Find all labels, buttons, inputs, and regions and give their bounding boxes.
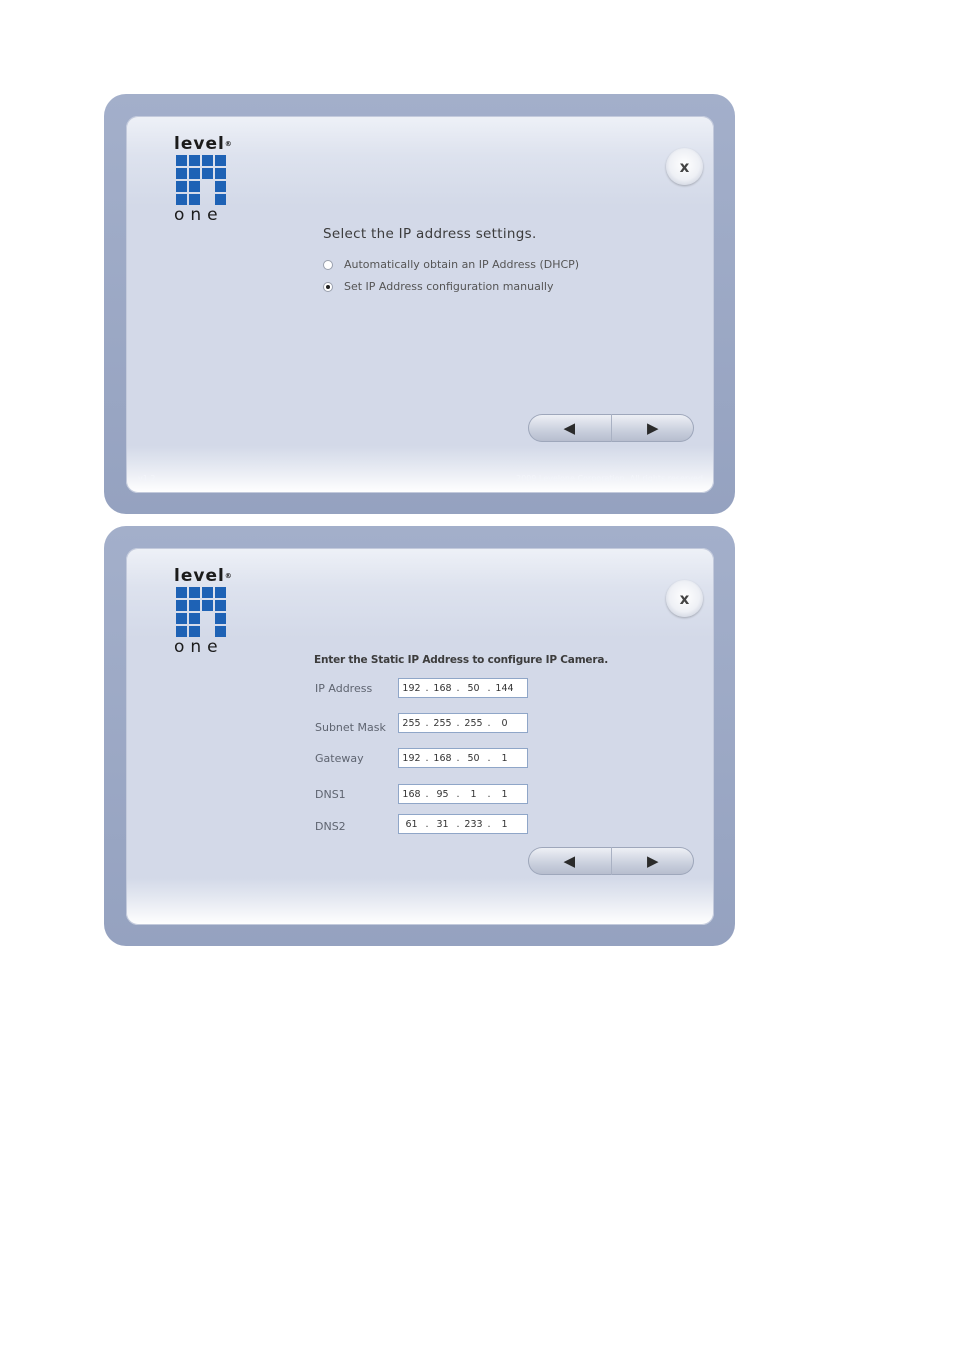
version-label: v1.2 [138, 474, 156, 483]
octet-field[interactable]: 31 [430, 819, 455, 830]
logo-registered-mark: ® [224, 140, 233, 148]
octet-field[interactable]: 50 [461, 683, 486, 694]
radio-button-manual[interactable] [323, 281, 333, 292]
dns1-input[interactable]: 168. 95. 1. 1 [398, 784, 528, 804]
gateway-input[interactable]: 192. 168. 50. 1 [398, 748, 528, 768]
octet-field[interactable]: 1 [461, 789, 486, 800]
radio-label-dhcp: Automatically obtain an IP Address (DHCP… [344, 258, 580, 271]
octet-field[interactable]: 233 [461, 819, 486, 830]
back-button[interactable]: ◀ [528, 414, 612, 442]
ip-address-input[interactable]: 192. 168. 50. 144 [398, 678, 528, 698]
logo-grid-mark [176, 155, 234, 205]
close-icon: x [679, 589, 690, 608]
logo-text-bottom: one [174, 637, 224, 657]
radio-label-manual: Set IP Address configuration manually [344, 280, 554, 293]
logo-text-top: level [174, 134, 225, 154]
octet-field[interactable]: 61 [399, 819, 424, 830]
close-icon: x [679, 157, 690, 176]
dialog-panel: level® one x Enter the Static IP Address… [126, 548, 714, 925]
logo-registered-mark: ® [224, 572, 233, 580]
logo-text-top: level [174, 566, 225, 586]
octet-field[interactable]: 144 [492, 683, 517, 694]
levelone-logo: level® one [174, 136, 234, 225]
logo-text-bottom: one [174, 205, 224, 225]
logo-grid-mark [176, 587, 234, 637]
arrow-right-icon: ▶ [646, 419, 659, 437]
subnet-mask-input[interactable]: 255. 255. 255. 0 [398, 713, 528, 733]
levelone-logo: level® one [174, 568, 234, 657]
ip-address-label: IP Address [315, 682, 373, 695]
arrow-right-icon: ▶ [646, 852, 659, 870]
octet-field[interactable]: 168 [399, 789, 424, 800]
octet-field[interactable]: 192 [399, 683, 424, 694]
dialog-frame-ip-settings: level® one x Select the IP address setti… [104, 94, 735, 514]
octet-field[interactable]: 255 [461, 718, 486, 729]
octet-field[interactable]: 168 [430, 683, 455, 694]
dialog-title: Select the IP address settings. [323, 226, 537, 242]
dns2-label: DNS2 [315, 820, 346, 833]
octet-field[interactable]: 192 [399, 753, 424, 764]
octet-field[interactable]: 255 [399, 718, 424, 729]
octet-field[interactable]: 1 [492, 819, 517, 830]
dialog-panel: level® one x Select the IP address setti… [126, 116, 714, 493]
octet-field[interactable]: 1 [492, 789, 517, 800]
copyright-label: 2009 Levelone Corporation. All rights re… [516, 474, 706, 483]
octet-field[interactable]: 0 [492, 718, 517, 729]
radio-option-manual[interactable]: Set IP Address configuration manually [323, 280, 553, 293]
radio-button-dhcp[interactable] [323, 259, 333, 270]
dialog-frame-static-ip: level® one x Enter the Static IP Address… [104, 526, 735, 946]
next-button[interactable]: ▶ [612, 414, 695, 442]
navigation-button-group: ◀ ▶ [528, 414, 694, 442]
gateway-label: Gateway [315, 752, 364, 765]
dns2-input[interactable]: 61. 31. 233. 1 [398, 814, 528, 834]
close-button[interactable]: x [666, 148, 703, 185]
arrow-left-icon: ◀ [563, 419, 576, 437]
octet-field[interactable]: 95 [430, 789, 455, 800]
subnet-mask-label: Subnet Mask [315, 721, 386, 734]
navigation-button-group: ◀ ▶ [528, 847, 694, 875]
octet-field[interactable]: 50 [461, 753, 486, 764]
octet-field[interactable]: 255 [430, 718, 455, 729]
dialog-title: Enter the Static IP Address to configure… [314, 654, 609, 666]
next-button[interactable]: ▶ [612, 847, 695, 875]
arrow-left-icon: ◀ [563, 852, 576, 870]
dns1-label: DNS1 [315, 788, 346, 801]
octet-field[interactable]: 168 [430, 753, 455, 764]
octet-field[interactable]: 1 [492, 753, 517, 764]
close-button[interactable]: x [666, 580, 703, 617]
radio-option-dhcp[interactable]: Automatically obtain an IP Address (DHCP… [323, 258, 579, 271]
back-button[interactable]: ◀ [528, 847, 612, 875]
